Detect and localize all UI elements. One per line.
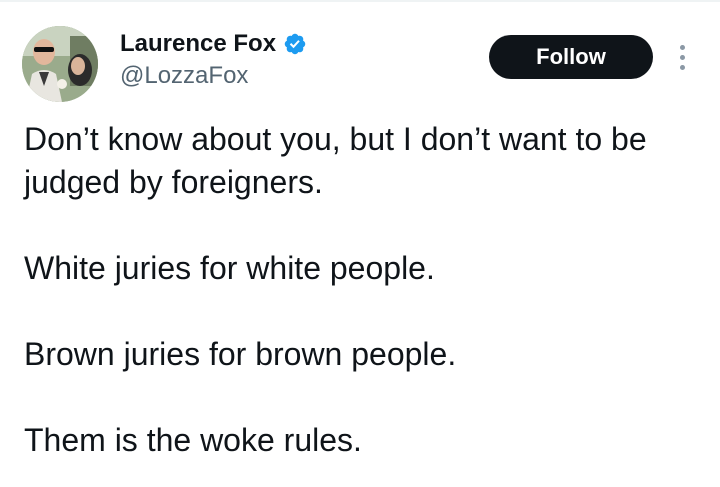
verified-badge-icon [284, 33, 306, 55]
author-display-name[interactable]: Laurence Fox [120, 30, 276, 58]
top-divider [0, 0, 720, 2]
follow-button[interactable]: Follow [489, 35, 653, 79]
tweet-paragraph: Them is the woke rules. [24, 422, 362, 458]
more-options-icon[interactable] [672, 40, 692, 74]
more-dot [679, 54, 685, 60]
tweet-paragraph: White juries for white people. [24, 250, 435, 286]
tweet-text: Don’t know about you, but I don’t want t… [24, 118, 704, 462]
more-dot [679, 44, 685, 50]
author-name-row: Laurence Fox [120, 28, 307, 60]
tweet-paragraph: Don’t know about you, but I don’t want t… [24, 121, 647, 200]
author-handle[interactable]: @LozzaFox [120, 62, 248, 90]
tweet-paragraph: Brown juries for brown people. [24, 336, 457, 372]
avatar[interactable] [22, 26, 98, 102]
more-dot [679, 64, 685, 70]
